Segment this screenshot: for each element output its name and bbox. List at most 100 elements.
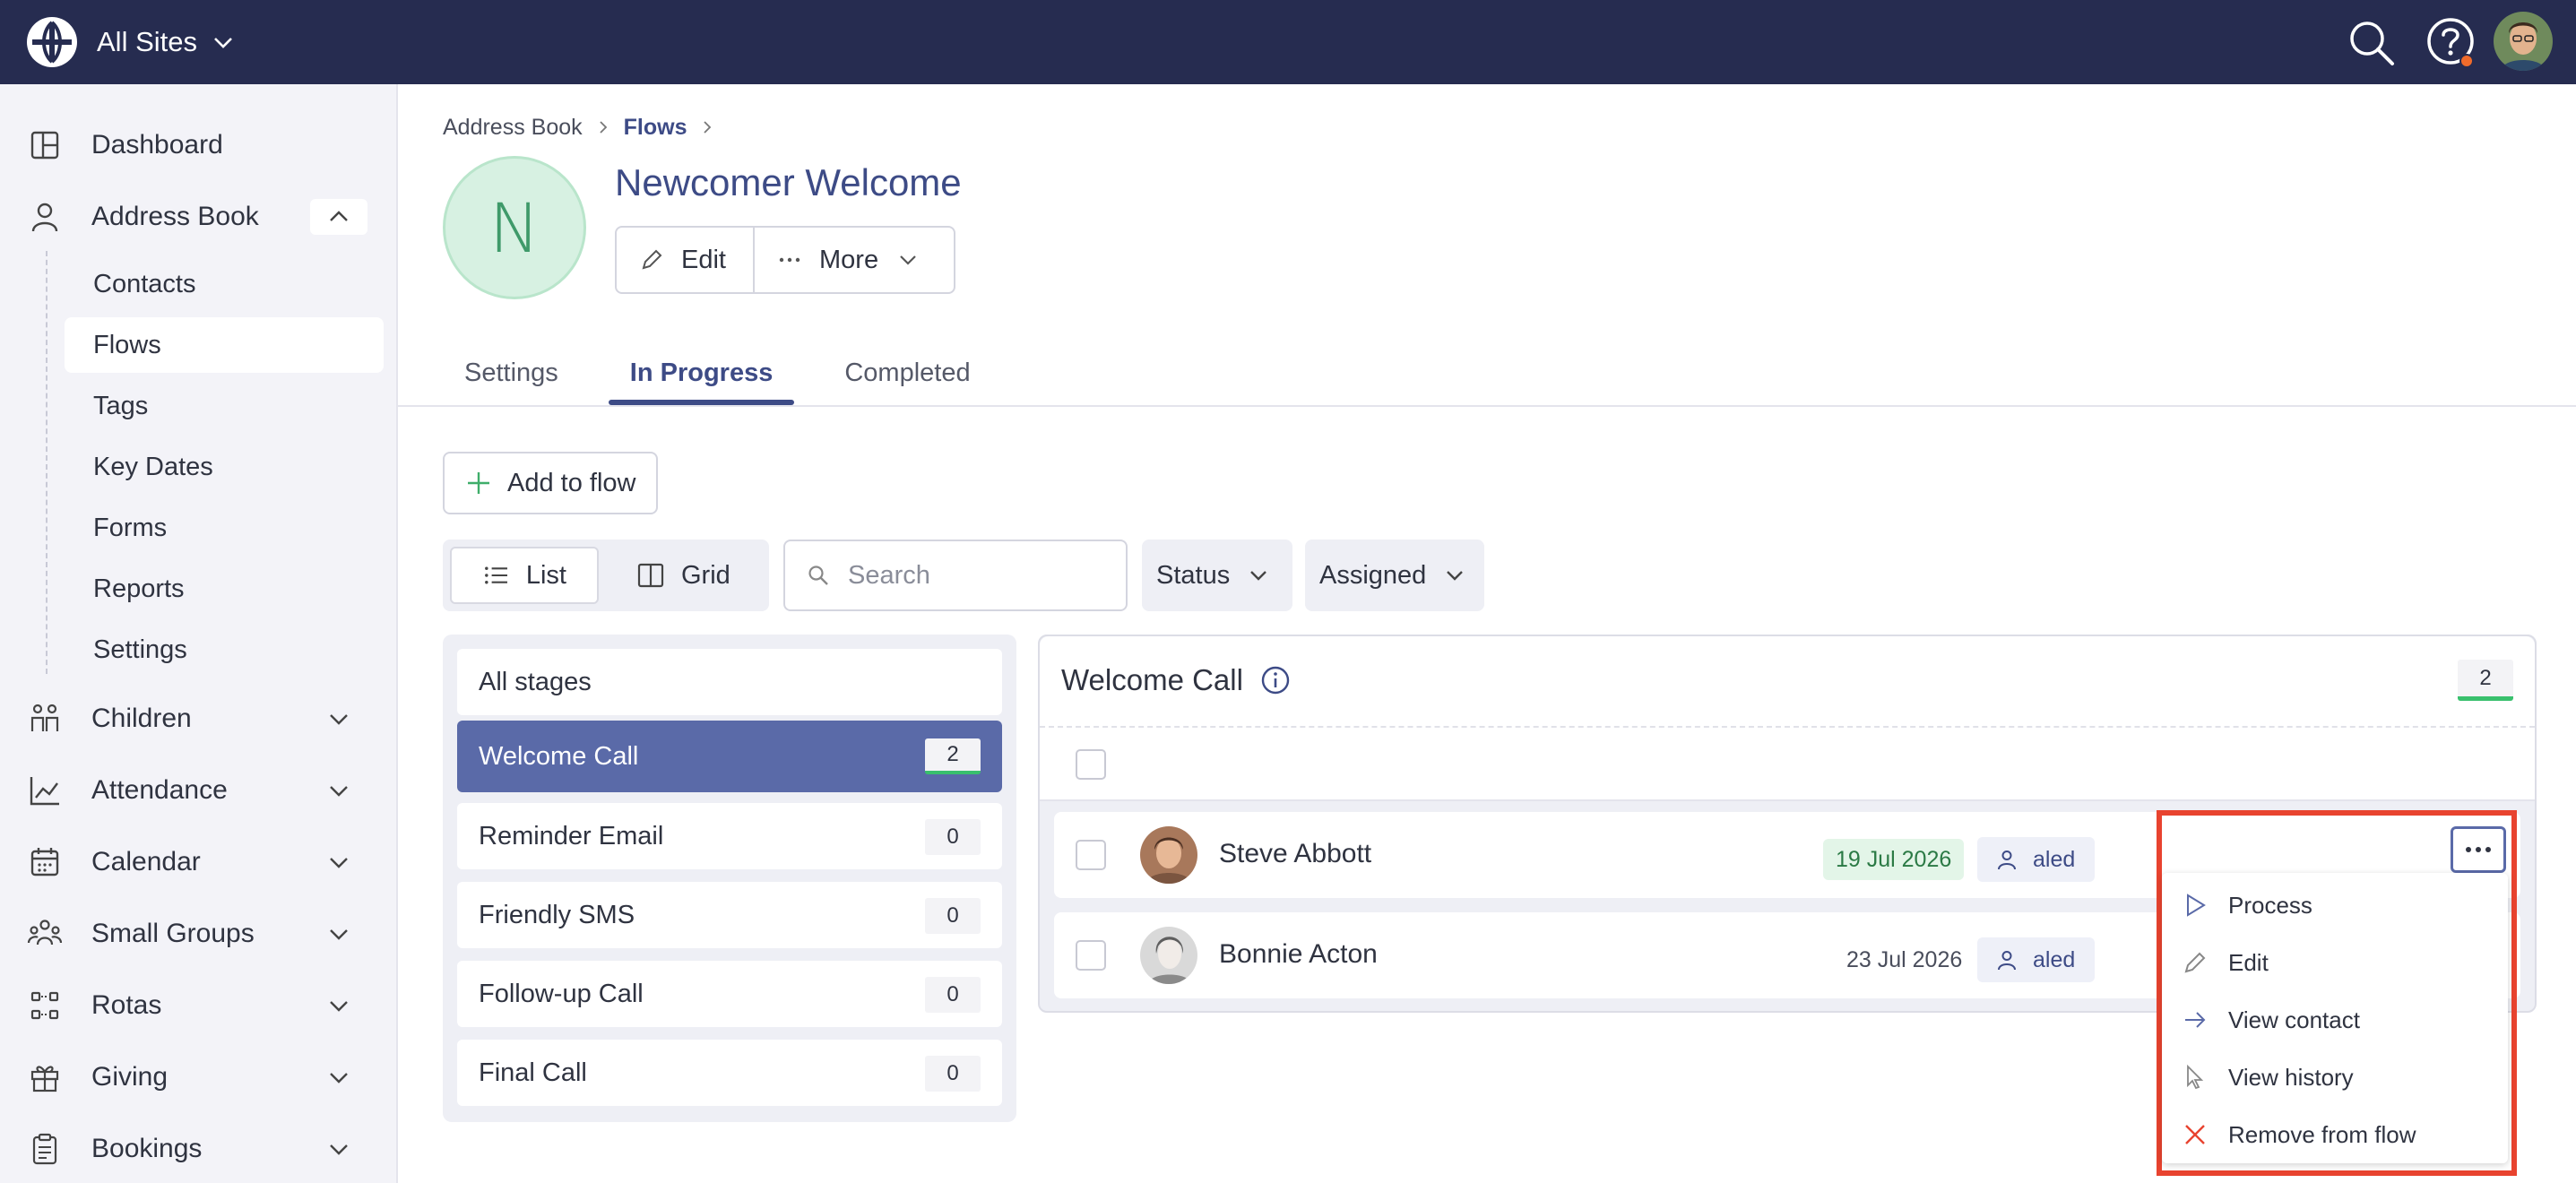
- chevron-down-icon: [214, 38, 232, 48]
- more-button-label: More: [819, 245, 879, 274]
- stage-count-badge: 0: [925, 1056, 981, 1092]
- notification-badge: [2459, 54, 2474, 68]
- card-title-text: Welcome Call: [1061, 663, 1243, 696]
- assignee-name: aled: [2033, 946, 2076, 972]
- sidebar-subitem-tags[interactable]: Tags: [65, 378, 384, 434]
- sidebar-item-children[interactable]: Children: [0, 690, 398, 747]
- assignee-badge[interactable]: aled: [1977, 937, 2096, 982]
- sidebar-subitem-forms[interactable]: Forms: [65, 500, 384, 556]
- list-view-button[interactable]: List: [450, 547, 599, 604]
- view-toggle: List Grid: [443, 540, 769, 611]
- tab-completed[interactable]: Completed: [823, 341, 991, 405]
- sidebar-item-attendance[interactable]: Attendance: [0, 762, 398, 819]
- info-icon[interactable]: [1259, 664, 1292, 696]
- sidebar-subitem-reports[interactable]: Reports: [65, 561, 384, 617]
- sidebar-item-label: Rotas: [91, 990, 162, 1020]
- grid-view-button[interactable]: Grid: [606, 547, 761, 604]
- menu-item-view-contact[interactable]: View contact: [2162, 991, 2508, 1049]
- top-bar: All Sites: [0, 0, 2576, 84]
- row-checkbox[interactable]: [1076, 840, 1106, 870]
- stage-count-badge: 0: [925, 819, 981, 855]
- arrow-right-icon: [2185, 1012, 2206, 1028]
- contact-name[interactable]: Bonnie Acton: [1219, 939, 1378, 970]
- list-view-label: List: [525, 560, 566, 590]
- avatar[interactable]: [2494, 12, 2553, 71]
- menu-item-label: Remove from flow: [2228, 1120, 2416, 1148]
- sidebar-item-label: Dashboard: [91, 130, 223, 160]
- plus-icon: [468, 472, 489, 494]
- assigned-filter-label: Assigned: [1319, 560, 1427, 590]
- avatar: [1140, 927, 1197, 984]
- sidebar-subitem-settings[interactable]: Settings: [65, 622, 384, 678]
- menu-item-edit[interactable]: Edit: [2162, 934, 2508, 991]
- list-icon: [485, 566, 507, 584]
- stage-label: Welcome Call: [479, 741, 639, 771]
- submenu-guide: [46, 251, 48, 674]
- stages-panel: All stages Welcome Call 2 Reminder Email…: [443, 635, 1016, 1122]
- card-count-badge: 2: [2458, 660, 2513, 701]
- stage-welcome-call[interactable]: Welcome Call 2: [457, 721, 1002, 792]
- edit-button[interactable]: Edit: [617, 228, 753, 292]
- chevron-down-icon: [330, 858, 348, 868]
- menu-item-view-history[interactable]: View history: [2162, 1049, 2508, 1106]
- sidebar-item-address-book[interactable]: Address Book: [0, 188, 398, 246]
- edit-button-label: Edit: [681, 245, 726, 274]
- stage-friendly-sms[interactable]: Friendly SMS 0: [457, 882, 1002, 948]
- globe-logo-icon[interactable]: [25, 15, 79, 69]
- assignee-badge[interactable]: aled: [1977, 837, 2096, 882]
- divider: [398, 405, 2576, 407]
- sidebar-item-calendar[interactable]: Calendar: [0, 833, 398, 891]
- sidebar-subitem-key-dates[interactable]: Key Dates: [65, 439, 384, 495]
- breadcrumb-flows[interactable]: Flows: [624, 115, 687, 141]
- add-to-flow-button[interactable]: Add to flow: [443, 452, 658, 514]
- play-icon: [2187, 894, 2206, 917]
- stage-reminder-email[interactable]: Reminder Email 0: [457, 803, 1002, 869]
- stage-follow-up-call[interactable]: Follow-up Call 0: [457, 961, 1002, 1027]
- sidebar-item-giving[interactable]: Giving: [0, 1049, 398, 1106]
- stage-label: Friendly SMS: [479, 900, 635, 929]
- sidebar-item-dashboard[interactable]: Dashboard: [0, 117, 398, 174]
- contact-name[interactable]: Steve Abbott: [1219, 839, 1371, 869]
- row-checkbox[interactable]: [1076, 940, 1106, 971]
- search-icon: [808, 566, 828, 585]
- site-switcher[interactable]: All Sites: [97, 22, 235, 63]
- breadcrumb-address-book[interactable]: Address Book: [443, 115, 583, 141]
- more-button[interactable]: More: [753, 228, 943, 292]
- menu-item-process[interactable]: Process: [2162, 876, 2508, 934]
- flow-actions: Edit More: [615, 226, 955, 294]
- menu-item-remove-from-flow[interactable]: Remove from flow: [2162, 1106, 2508, 1163]
- menu-item-label: Process: [2228, 891, 2312, 919]
- stage-label: Final Call: [479, 1058, 587, 1087]
- sidebar-item-label: Address Book: [91, 202, 259, 231]
- menu-item-label: View history: [2228, 1063, 2354, 1091]
- chevron-down-icon: [330, 714, 348, 725]
- person-icon: [1998, 951, 2016, 971]
- chevron-down-icon: [330, 1144, 348, 1155]
- stage-all[interactable]: All stages: [457, 649, 1002, 715]
- person-icon: [31, 203, 58, 232]
- avatar: [1140, 826, 1197, 884]
- search-input[interactable]: [848, 560, 1099, 591]
- menu-item-label: Edit: [2228, 948, 2269, 976]
- chevron-down-icon: [330, 929, 348, 940]
- dashboard-icon: [30, 131, 59, 160]
- cursor-icon: [2187, 1064, 2204, 1090]
- status-filter[interactable]: Status: [1142, 540, 1292, 611]
- tab-in-progress[interactable]: In Progress: [608, 341, 795, 405]
- chart-icon: [30, 777, 59, 806]
- row-actions-button[interactable]: [2451, 826, 2506, 873]
- tab-settings[interactable]: Settings: [443, 341, 580, 405]
- stage-final-call[interactable]: Final Call 0: [457, 1040, 1002, 1106]
- menu-item-label: View contact: [2228, 1006, 2360, 1033]
- select-all-checkbox[interactable]: [1076, 749, 1106, 780]
- sidebar-subitem-flows[interactable]: Flows: [65, 317, 384, 373]
- sidebar-item-rotas[interactable]: Rotas: [0, 977, 398, 1034]
- search-field[interactable]: [783, 540, 1128, 611]
- sidebar-item-bookings[interactable]: Bookings: [0, 1120, 398, 1178]
- assigned-filter[interactable]: Assigned: [1305, 540, 1484, 611]
- due-date: 19 Jul 2026: [1823, 839, 1965, 880]
- sidebar-subitem-contacts[interactable]: Contacts: [65, 256, 384, 312]
- sidebar-item-small-groups[interactable]: Small Groups: [0, 905, 398, 963]
- stage-count-badge: 2: [925, 738, 981, 774]
- search-icon[interactable]: [2345, 16, 2399, 70]
